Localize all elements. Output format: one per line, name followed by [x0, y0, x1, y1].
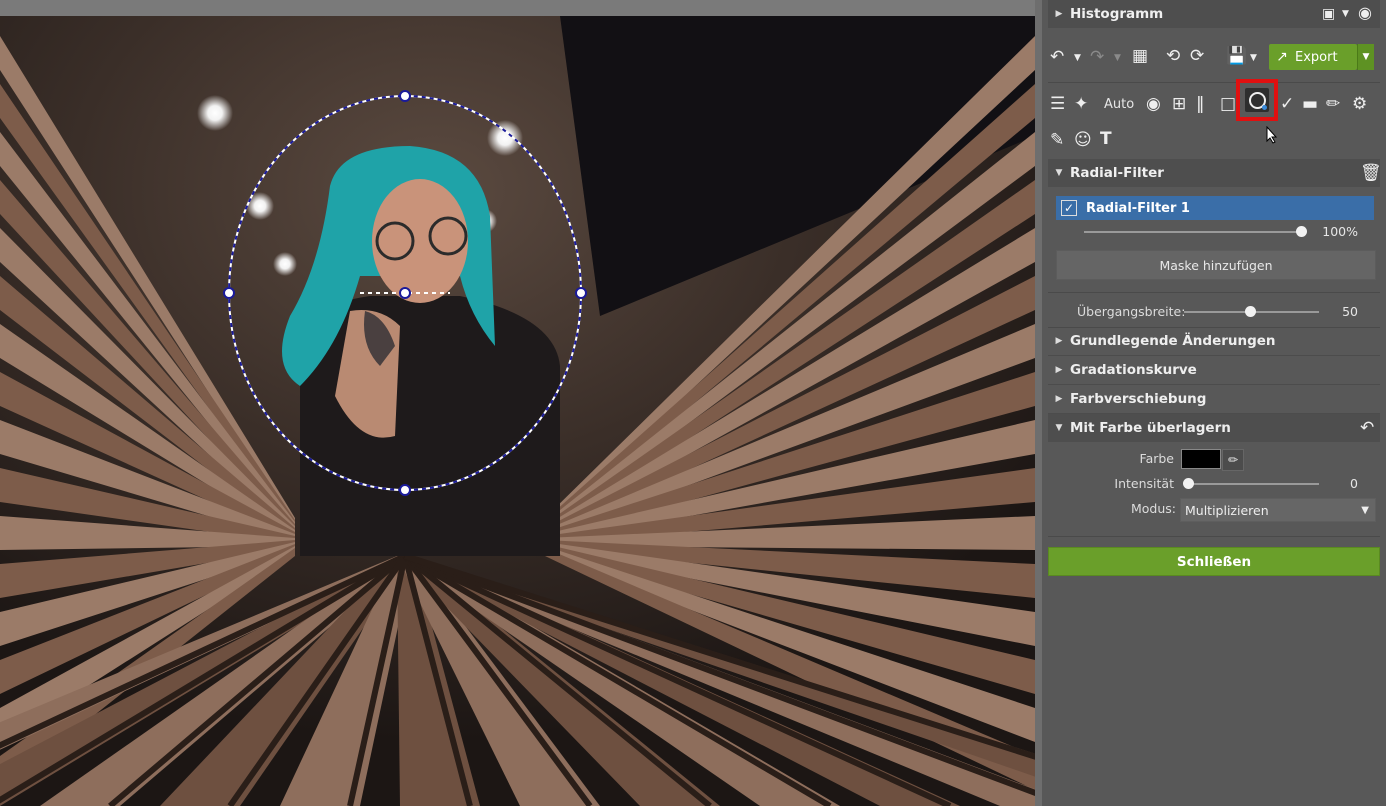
radial-filter-handle-center[interactable] — [399, 287, 411, 299]
face-retouch-icon[interactable]: ☺ — [1074, 130, 1092, 150]
section-label: Mit Farbe überlagern — [1070, 420, 1231, 436]
opacity-slider-track[interactable] — [1084, 231, 1302, 233]
layer-name: Radial-Filter 1 — [1086, 200, 1190, 216]
radial-filter-title: Radial-Filter — [1070, 165, 1164, 181]
radial-filter-tool-button[interactable] — [1245, 88, 1269, 112]
healing-icon[interactable]: ✏ — [1326, 94, 1340, 114]
separator — [1048, 292, 1380, 293]
radial-filter-header[interactable]: ▼ Radial-Filter — [1048, 159, 1380, 187]
chevron-right-icon: ▶ — [1055, 9, 1063, 19]
section-gradationskurve[interactable]: ▶ Gradationskurve — [1048, 356, 1380, 385]
chevron-down-icon: ▼ — [1055, 168, 1063, 178]
opacity-value: 100% — [1322, 224, 1358, 239]
exposure-warning-icon[interactable]: ◉ — [1358, 3, 1372, 23]
image-icon[interactable]: ▦ — [1132, 46, 1148, 66]
radial-filter-handle-top[interactable] — [399, 90, 411, 102]
chevron-down-icon[interactable]: ▼ — [1114, 48, 1121, 68]
redo-icon[interactable]: ↷ — [1090, 47, 1104, 67]
panel-divider[interactable] — [1035, 0, 1042, 806]
export-dropdown-button[interactable]: ▼ — [1357, 44, 1374, 70]
camera-icon[interactable]: ◉ — [1146, 94, 1161, 114]
trash-icon[interactable]: 🗑 — [1360, 163, 1382, 183]
text-tool-icon[interactable]: T — [1100, 129, 1112, 149]
mode-value: Multiplizieren — [1185, 502, 1269, 518]
chevron-right-icon: ▶ — [1055, 336, 1063, 346]
histogram-label: Histogramm — [1070, 6, 1164, 22]
color-label: Farbe — [1139, 451, 1174, 466]
section-label: Farbverschiebung — [1070, 391, 1207, 407]
chevron-right-icon: ▶ — [1055, 365, 1063, 375]
eraser-icon[interactable]: ✎ — [1050, 130, 1064, 150]
intensity-value: 0 — [1350, 476, 1358, 491]
feather-slider-knob[interactable] — [1245, 306, 1256, 317]
mouse-cursor-icon — [1266, 126, 1278, 144]
feather-label: Übergangsbreite: — [1077, 304, 1186, 319]
intensity-slider-track[interactable] — [1184, 483, 1319, 485]
separator — [1048, 536, 1380, 537]
radial-filter-handle-bottom[interactable] — [399, 484, 411, 496]
layer-row-selected[interactable]: ✓ Radial-Filter 1 — [1056, 196, 1374, 220]
crop-icon[interactable]: ⊞ — [1172, 94, 1186, 114]
undo-icon[interactable]: ↶ — [1050, 47, 1064, 67]
radial-filter-handle-left[interactable] — [223, 287, 235, 299]
chevron-down-icon: ▼ — [1055, 423, 1063, 433]
chevron-down-icon[interactable]: ▼ — [1074, 48, 1081, 68]
blue-dot-icon — [1262, 105, 1267, 110]
mask-view-icon[interactable]: ▣ — [1322, 4, 1335, 24]
separator — [1048, 82, 1380, 83]
layer-checkbox[interactable]: ✓ — [1061, 200, 1077, 216]
export-button[interactable]: ↗ Export — [1269, 44, 1357, 70]
gear-icon[interactable]: ⚙ — [1352, 94, 1367, 114]
gradient-filter-icon[interactable]: ▬ — [1302, 94, 1318, 114]
reset-icon[interactable]: ↶ — [1360, 418, 1374, 438]
mode-select[interactable]: Multiplizieren ▼ — [1180, 498, 1376, 522]
magic-wand-icon[interactable]: ✦ — [1074, 94, 1088, 114]
save-icon[interactable]: 💾 — [1226, 46, 1247, 66]
section-farbverschiebung[interactable]: ▶ Farbverschiebung — [1048, 385, 1380, 414]
photo-canvas[interactable] — [0, 16, 1035, 806]
chevron-down-icon[interactable]: ▼ — [1342, 4, 1349, 24]
auto-button[interactable]: Auto — [1104, 97, 1134, 112]
section-label: Gradationskurve — [1070, 362, 1197, 378]
chevron-right-icon: ▶ — [1055, 394, 1063, 404]
close-button[interactable]: Schließen — [1048, 547, 1380, 576]
chevron-down-icon[interactable]: ▼ — [1250, 48, 1257, 68]
eyedropper-icon[interactable]: ✏ — [1222, 449, 1244, 471]
adjustments-icon[interactable]: ☰ — [1050, 94, 1065, 114]
right-panel: ▶ Histogramm ▣ ▼ ◉ ↶ ▼ ↷ ▼ ▦ ⟲ ⟳ 💾 ▼ ↗ E… — [1042, 0, 1386, 806]
section-mit-farbe-ueberlagern[interactable]: ▼ Mit Farbe überlagern — [1048, 414, 1380, 442]
perspective-icon[interactable]: ‖ — [1196, 94, 1205, 114]
color-swatch[interactable] — [1181, 449, 1221, 469]
rotate-right-icon[interactable]: ⟳ — [1190, 46, 1204, 66]
chevron-down-icon: ▼ — [1361, 504, 1369, 516]
image-viewer[interactable] — [0, 0, 1040, 806]
section-label: Grundlegende Änderungen — [1070, 333, 1276, 349]
add-mask-button[interactable]: Maske hinzufügen — [1056, 250, 1376, 280]
lens-correction-icon[interactable]: □ — [1220, 94, 1236, 114]
export-label: Export — [1295, 49, 1338, 65]
chevron-down-icon: ▼ — [1362, 52, 1370, 62]
intensity-label: Intensität — [1114, 476, 1174, 491]
rotate-left-icon[interactable]: ⟲ — [1166, 46, 1180, 66]
section-grundlegende[interactable]: ▶ Grundlegende Änderungen — [1048, 327, 1380, 356]
feather-value: 50 — [1342, 304, 1358, 319]
share-icon: ↗ — [1276, 49, 1288, 65]
radial-filter-handle-right[interactable] — [575, 287, 587, 299]
brush-icon[interactable]: ✓ — [1280, 94, 1294, 114]
radial-filter-overlay[interactable] — [0, 16, 1035, 806]
intensity-slider-knob[interactable] — [1183, 478, 1194, 489]
mode-label: Modus: — [1130, 501, 1176, 516]
